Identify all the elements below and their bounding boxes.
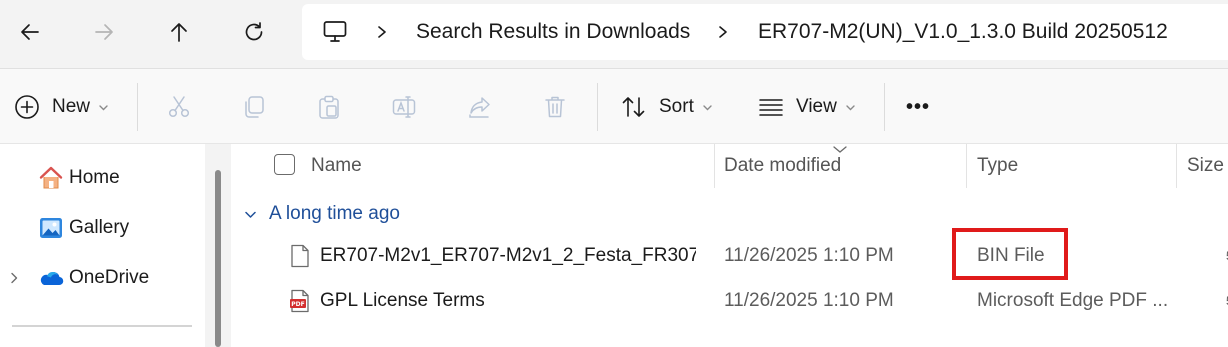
delete-button[interactable] <box>542 69 568 145</box>
copy-button[interactable] <box>241 69 267 145</box>
new-button[interactable]: New <box>14 69 109 145</box>
refresh-button[interactable] <box>236 14 272 50</box>
sidebar-item-label: Home <box>69 167 120 188</box>
column-header-name[interactable]: Name <box>311 144 362 188</box>
chevron-right-icon[interactable] <box>8 272 20 284</box>
column-divider[interactable] <box>966 144 967 188</box>
cut-button[interactable] <box>166 69 192 145</box>
column-header-type[interactable]: Type <box>977 144 1018 188</box>
onedrive-icon <box>40 271 64 286</box>
file-name[interactable]: ER707-M2v1_ER707-M2v1_2_Festa_FR307-... <box>320 234 696 278</box>
plus-circle-icon <box>15 95 39 119</box>
group-header[interactable]: A long time ago <box>244 200 400 228</box>
sidebar-item-home[interactable]: Home <box>0 158 200 198</box>
file-type: Microsoft Edge PDF ... <box>977 290 1167 311</box>
file-row[interactable]: PDF GPL License Terms 11/26/2025 1:10 PM… <box>232 279 1228 323</box>
column-divider[interactable] <box>1176 144 1177 188</box>
chevron-down-icon <box>846 104 855 110</box>
sort-label: Sort <box>659 96 694 117</box>
breadcrumb-current-folder[interactable]: ER707-M2(UN)_V1.0_1.3.0 Build 20250512 <box>758 4 1168 60</box>
monitor-icon <box>323 21 347 42</box>
sidebar-item-onedrive[interactable]: OneDrive <box>0 258 200 298</box>
column-header-size[interactable]: Size <box>1187 144 1224 188</box>
scissors-icon <box>168 96 190 118</box>
sidebar-scrollbar[interactable] <box>205 144 231 347</box>
home-icon <box>39 166 63 189</box>
more-options-button[interactable]: ••• <box>906 69 930 145</box>
arrow-up-icon <box>171 23 187 42</box>
scrollbar-thumb[interactable] <box>215 170 221 347</box>
chevron-down-icon <box>703 104 712 110</box>
column-header-date-modified[interactable]: Date modified <box>724 144 841 188</box>
chevron-down-icon <box>245 211 256 218</box>
sort-button[interactable]: Sort <box>621 69 713 145</box>
address-bar[interactable]: Search Results in Downloads ER707-M2(UN)… <box>302 4 1228 60</box>
view-button[interactable]: View <box>758 69 856 145</box>
breadcrumb-search-results[interactable]: Search Results in Downloads <box>416 4 690 60</box>
back-button[interactable] <box>12 14 48 50</box>
file-row[interactable]: ER707-M2v1_ER707-M2v1_2_Festa_FR307-... … <box>232 234 1228 278</box>
forward-button[interactable] <box>86 14 122 50</box>
column-divider[interactable] <box>714 144 715 188</box>
sort-icon <box>622 97 645 117</box>
up-button[interactable] <box>161 14 197 50</box>
file-date: 11/26/2025 1:10 PM <box>724 290 894 311</box>
chevron-down-icon <box>99 104 108 110</box>
command-bar: New Sort View ••• <box>0 68 1228 144</box>
navigation-pane: Home Gallery OneDrive <box>0 144 232 347</box>
file-name[interactable]: GPL License Terms <box>320 279 696 323</box>
refresh-icon <box>245 22 263 41</box>
chevron-right-icon[interactable] <box>716 4 730 60</box>
group-label: A long time ago <box>269 203 400 224</box>
file-date: 11/26/2025 1:10 PM <box>724 245 894 266</box>
toolbar-divider <box>597 83 598 131</box>
new-label: New <box>52 96 91 117</box>
sidebar-item-label: OneDrive <box>69 267 150 288</box>
rename-icon <box>392 96 416 118</box>
toolbar-divider <box>884 83 885 131</box>
copy-icon <box>245 96 264 118</box>
chevron-right-icon[interactable] <box>375 4 389 60</box>
rename-button[interactable] <box>391 69 417 145</box>
sidebar-item-label: Gallery <box>69 217 130 238</box>
paste-button[interactable] <box>316 69 342 145</box>
select-all-checkbox[interactable] <box>274 154 295 175</box>
file-list: Name Date modified Type Size A long time… <box>232 144 1228 347</box>
svg-text:PDF: PDF <box>291 301 304 308</box>
gallery-icon <box>40 218 62 238</box>
document-icon <box>291 244 309 268</box>
share-icon <box>469 97 490 118</box>
sidebar-item-gallery[interactable]: Gallery <box>0 208 200 248</box>
this-pc-crumb[interactable] <box>322 4 348 60</box>
list-view-icon <box>759 99 783 116</box>
navigation-bar: Search Results in Downloads ER707-M2(UN)… <box>0 0 1228 68</box>
pdf-icon: PDF <box>290 289 309 313</box>
toolbar-divider <box>137 83 138 131</box>
share-button[interactable] <box>467 69 493 145</box>
sidebar-divider <box>12 325 192 327</box>
clipboard-icon <box>319 95 339 119</box>
trash-icon <box>545 96 565 118</box>
view-label: View <box>796 96 837 117</box>
highlight-box <box>952 228 1068 280</box>
arrow-left-icon <box>21 24 39 40</box>
arrow-right-icon <box>95 24 113 40</box>
